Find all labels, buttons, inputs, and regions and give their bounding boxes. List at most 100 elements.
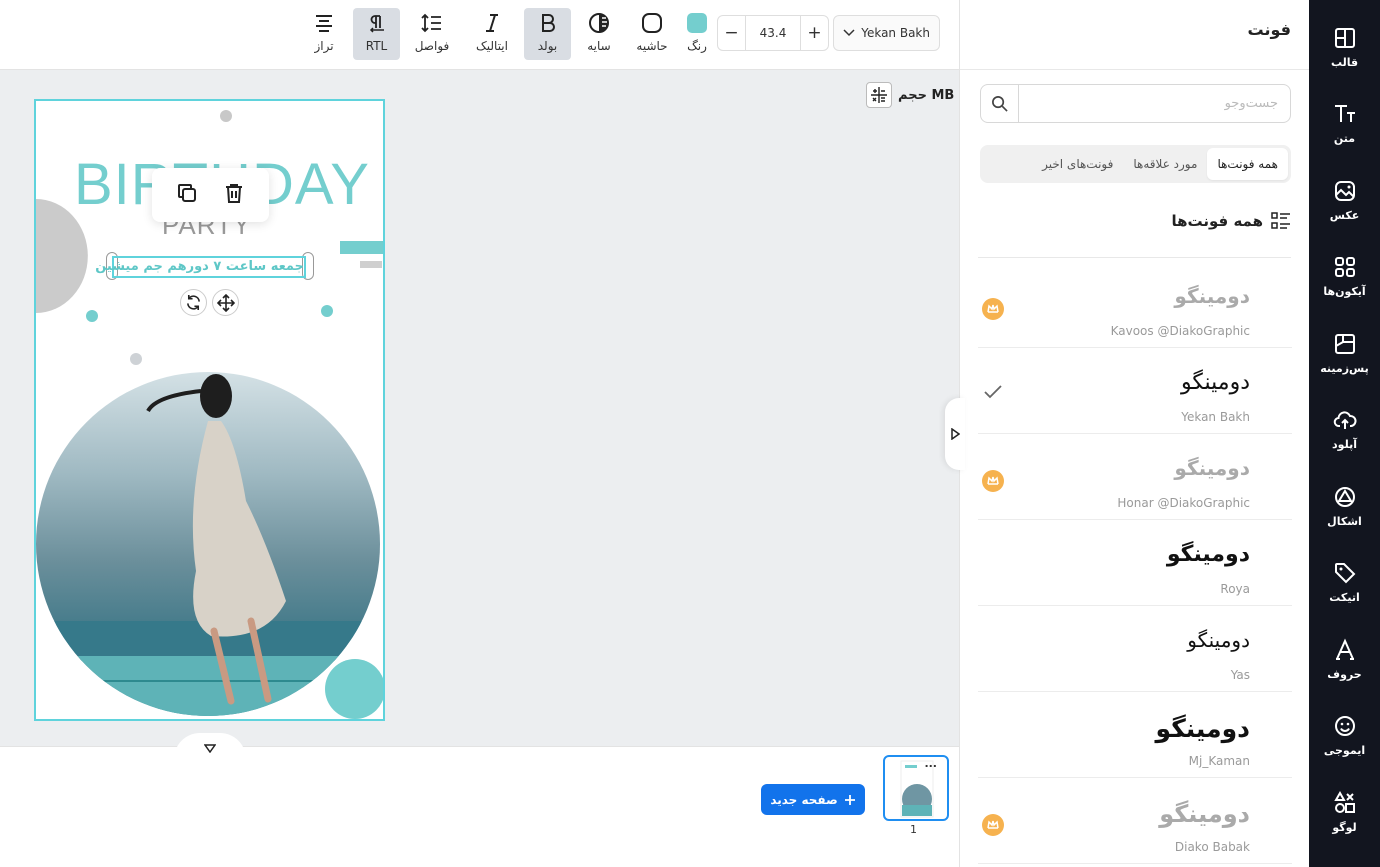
delete-button[interactable] bbox=[223, 182, 245, 208]
sidebar-item-upload[interactable]: آپلود bbox=[1309, 394, 1380, 464]
sidebar-item-text[interactable]: متن bbox=[1309, 88, 1380, 158]
layout-icon bbox=[1334, 27, 1355, 48]
font-item-honar[interactable]: دومینگو Honar @DiakoGraphic bbox=[978, 434, 1292, 520]
tab-favorites[interactable]: مورد علاقه‌ها bbox=[1123, 148, 1207, 180]
new-page-button[interactable]: صفحه جدید bbox=[761, 784, 865, 815]
font-name: Roya bbox=[1220, 582, 1250, 596]
shadow-icon bbox=[588, 12, 610, 34]
top-toolbar: تراز RTL فواصل ایتالیک بولد سایه حاشیه ر… bbox=[0, 0, 959, 70]
sidebar-item-label: آیکون‌ها bbox=[1323, 284, 1366, 298]
section-header: همه فونت‌ها bbox=[1171, 212, 1291, 230]
sidebar-item-stickers[interactable]: اتیکت bbox=[1309, 547, 1380, 617]
premium-crown-icon bbox=[982, 814, 1004, 836]
font-item-yekan-bakh[interactable]: دومینگو Yekan Bakh bbox=[978, 348, 1292, 434]
sidebar-item-label: متن bbox=[1333, 131, 1356, 145]
page-thumbnail[interactable]: ... bbox=[883, 755, 949, 821]
calculator-icon bbox=[866, 82, 892, 108]
border-icon bbox=[641, 12, 663, 34]
sidebar-item-photos[interactable]: عکس bbox=[1309, 165, 1380, 235]
decrease-size-button[interactable]: − bbox=[718, 16, 745, 50]
upload-icon bbox=[1333, 410, 1357, 429]
italic-icon bbox=[484, 12, 500, 34]
shapes-icon bbox=[1334, 486, 1355, 507]
logo-icon bbox=[1333, 790, 1355, 813]
font-name: Honar @DiakoGraphic bbox=[1117, 496, 1250, 510]
new-page-label: صفحه جدید bbox=[770, 792, 838, 807]
font-name: Yas bbox=[1230, 668, 1250, 682]
sidebar-item-templates[interactable]: قالب bbox=[1309, 12, 1380, 82]
sidebar-item-label: حروف bbox=[1327, 667, 1362, 681]
align-center-icon bbox=[314, 12, 334, 34]
file-size-indicator[interactable]: حجم MB bbox=[866, 82, 954, 108]
font-sample: دومینگو bbox=[1174, 456, 1250, 480]
font-item-roya[interactable]: دومینگو Roya bbox=[978, 520, 1292, 606]
sidebar-item-label: ایموجی bbox=[1323, 743, 1366, 757]
tab-all-fonts[interactable]: همه فونت‌ها bbox=[1207, 148, 1288, 180]
move-button[interactable] bbox=[212, 289, 239, 316]
font-item-yas[interactable]: دومینگو Yas bbox=[978, 606, 1292, 692]
sidebar-item-label: قالب bbox=[1330, 55, 1359, 69]
font-sample: دومینگو bbox=[1166, 542, 1250, 567]
font-size-value[interactable]: 43.4 bbox=[745, 16, 801, 50]
element-action-menu bbox=[152, 168, 269, 222]
font-name: Mj_Kaman bbox=[1188, 754, 1250, 768]
font-item-diako-babak[interactable]: دومینگو Diako Babak bbox=[978, 778, 1292, 864]
trash-icon bbox=[225, 184, 242, 203]
font-search bbox=[980, 84, 1291, 123]
main-sidebar: قالب متن عکس آیکون‌ها پس‌زمینه آپلود اشک… bbox=[1309, 0, 1380, 867]
font-item-kavoos[interactable]: دومینگو Kavoos @DiakoGraphic bbox=[978, 262, 1292, 348]
sidebar-item-icons[interactable]: آیکون‌ها bbox=[1309, 241, 1380, 311]
align-button[interactable]: تراز bbox=[308, 8, 340, 60]
bold-button[interactable]: بولد bbox=[524, 8, 571, 60]
text-icon bbox=[1334, 104, 1355, 122]
premium-crown-icon bbox=[982, 298, 1004, 320]
sidebar-item-logo[interactable]: لوگو bbox=[1309, 777, 1380, 847]
emoji-icon bbox=[1334, 715, 1355, 736]
sidebar-item-label: اتیکت bbox=[1329, 590, 1360, 604]
sidebar-item-label: لوگو bbox=[1332, 820, 1357, 834]
panel-title: فونت bbox=[1247, 20, 1291, 39]
sidebar-item-shapes[interactable]: اشکال bbox=[1309, 471, 1380, 541]
pilcrow-rtl-icon bbox=[367, 12, 387, 34]
sidebar-item-letters[interactable]: حروف bbox=[1309, 624, 1380, 694]
premium-crown-icon bbox=[982, 470, 1004, 492]
font-family-select[interactable]: Yekan Bakh bbox=[833, 15, 940, 51]
shadow-button[interactable]: سایه bbox=[582, 8, 616, 60]
background-icon bbox=[1334, 333, 1355, 354]
selected-text-element[interactable]: جمعه ساعت ۷ دورهم جم میشین bbox=[95, 256, 306, 278]
italic-button[interactable]: ایتالیک bbox=[470, 8, 514, 60]
spacing-label: فواصل bbox=[414, 39, 450, 53]
divider bbox=[978, 257, 1291, 258]
sidebar-item-background[interactable]: پس‌زمینه bbox=[1309, 318, 1380, 388]
line-spacing-icon bbox=[421, 12, 443, 34]
font-tabs: همه فونت‌ها مورد علاقه‌ها فونت‌های اخیر bbox=[980, 145, 1291, 183]
font-sample: دومینگو bbox=[1174, 284, 1250, 308]
move-icon bbox=[216, 293, 235, 312]
page-menu-button[interactable]: ... bbox=[924, 757, 937, 770]
search-input[interactable] bbox=[1019, 85, 1290, 122]
divider bbox=[960, 69, 1309, 70]
page-number: 1 bbox=[910, 823, 917, 836]
font-sample: دومینگو bbox=[1155, 714, 1250, 743]
spacing-button[interactable]: فواصل bbox=[410, 8, 454, 60]
duplicate-button[interactable] bbox=[176, 182, 198, 208]
shadow-label: سایه bbox=[587, 39, 611, 53]
sidebar-item-emoji[interactable]: ایموجی bbox=[1309, 700, 1380, 770]
panel-collapse-button[interactable] bbox=[945, 398, 965, 470]
font-item-mj-kaman[interactable]: دومینگو Mj_Kaman bbox=[978, 692, 1292, 778]
color-button[interactable]: رنگ bbox=[684, 8, 710, 60]
font-size-stepper: − 43.4 + bbox=[717, 15, 829, 51]
color-swatch bbox=[687, 13, 707, 33]
tab-recent[interactable]: فونت‌های اخیر bbox=[1032, 148, 1123, 180]
file-size-label: حجم MB bbox=[898, 87, 955, 103]
rotate-button[interactable] bbox=[180, 289, 207, 316]
sidebar-item-label: عکس bbox=[1329, 208, 1360, 222]
section-title: همه فونت‌ها bbox=[1171, 212, 1263, 230]
border-button[interactable]: حاشیه bbox=[634, 8, 670, 60]
font-family-value: Yekan Bakh bbox=[861, 26, 930, 40]
increase-size-button[interactable]: + bbox=[801, 16, 828, 50]
bold-icon bbox=[540, 12, 556, 34]
search-button[interactable] bbox=[981, 85, 1019, 122]
sidebar-item-label: اشکال bbox=[1327, 514, 1362, 528]
rtl-button[interactable]: RTL bbox=[353, 8, 400, 60]
